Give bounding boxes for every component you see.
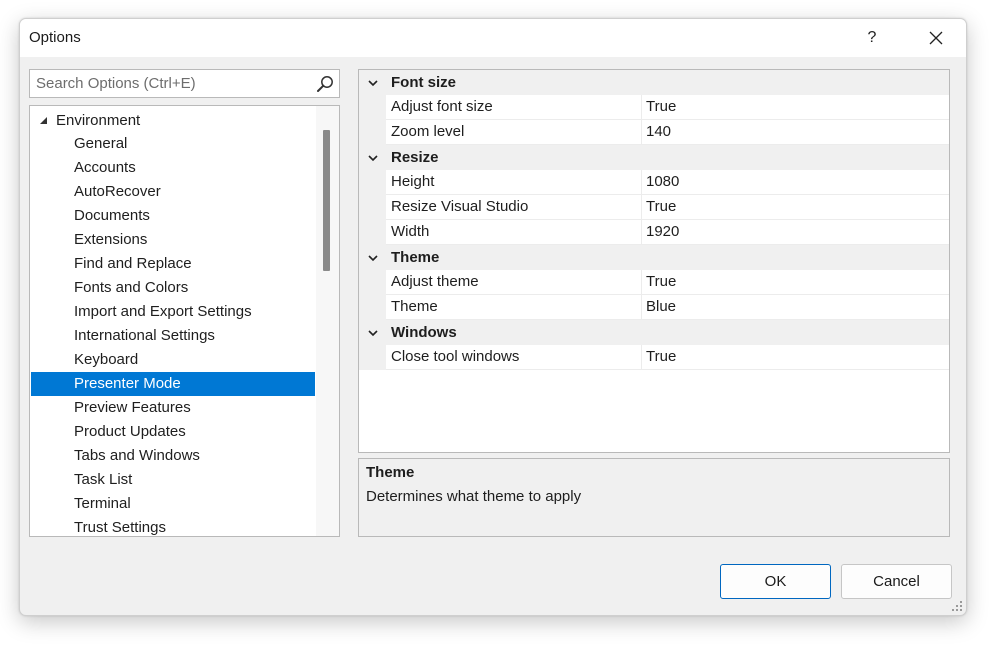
row-margin: [359, 195, 386, 220]
search-input[interactable]: [30, 70, 310, 97]
scrollbar-thumb[interactable]: [323, 130, 330, 271]
chevron-down-icon[interactable]: [367, 152, 379, 164]
row-margin: [359, 270, 386, 295]
property-value[interactable]: 1920: [642, 220, 949, 245]
category-label: Windows: [391, 324, 457, 341]
chevron-down-icon[interactable]: [367, 252, 379, 264]
tree-item[interactable]: Import and Export Settings: [31, 300, 315, 324]
search-box[interactable]: [29, 69, 340, 98]
category-label: Font size: [391, 74, 457, 91]
property-value[interactable]: True: [642, 95, 949, 120]
property-name[interactable]: Zoom level: [386, 120, 642, 145]
chevron-down-icon[interactable]: [367, 327, 379, 339]
row-margin: [359, 170, 386, 195]
options-tree[interactable]: Environment General Accounts AutoRecover Do…: [29, 105, 340, 537]
tree-node-environment[interactable]: Environment: [30, 108, 316, 132]
tree-item[interactable]: General: [31, 132, 315, 156]
grid-property-row[interactable]: Height 1080: [359, 170, 949, 195]
grid-property-row[interactable]: Width 1920: [359, 220, 949, 245]
property-value[interactable]: 1080: [642, 170, 949, 195]
property-value[interactable]: True: [642, 270, 949, 295]
property-value[interactable]: Blue: [642, 295, 949, 320]
grid-category[interactable]: Resize: [359, 145, 949, 170]
description-title: Theme: [366, 464, 415, 481]
row-margin: [359, 120, 386, 145]
tree-item[interactable]: Trust Settings: [31, 516, 315, 536]
grid-property-row[interactable]: Adjust font size True: [359, 95, 949, 120]
tree-item[interactable]: Extensions: [31, 228, 315, 252]
tree-item[interactable]: Find and Replace: [31, 252, 315, 276]
tree-item[interactable]: Accounts: [31, 156, 315, 180]
tree-item[interactable]: Tabs and Windows: [31, 444, 315, 468]
close-icon: [929, 31, 943, 45]
tree-item[interactable]: Keyboard: [31, 348, 315, 372]
property-grid[interactable]: Font size Adjust font size True Zoom level 1…: [358, 69, 950, 453]
description-panel: Theme Determines what theme to apply: [358, 458, 950, 537]
row-margin: [359, 345, 386, 370]
tree-item[interactable]: Preview Features: [31, 396, 315, 420]
property-name[interactable]: Width: [386, 220, 642, 245]
property-name[interactable]: Adjust font size: [386, 95, 642, 120]
property-value[interactable]: 140: [642, 120, 949, 145]
property-name[interactable]: Theme: [386, 295, 642, 320]
category-label: Theme: [391, 249, 440, 266]
grid-category[interactable]: Theme: [359, 245, 949, 270]
property-value[interactable]: True: [642, 195, 949, 220]
tree-item[interactable]: AutoRecover: [31, 180, 315, 204]
chevron-down-icon[interactable]: [367, 77, 379, 89]
grid-property-row[interactable]: Close tool windows True: [359, 345, 949, 370]
grid-property-row[interactable]: Zoom level 140: [359, 120, 949, 145]
property-name[interactable]: Close tool windows: [386, 345, 642, 370]
property-name[interactable]: Height: [386, 170, 642, 195]
row-margin: [359, 220, 386, 245]
property-value[interactable]: True: [642, 345, 949, 370]
options-dialog: Options ? Environment GeneralAccountsAut…: [19, 18, 967, 616]
tree-item[interactable]: Presenter Mode: [31, 372, 315, 396]
tree-item[interactable]: Documents: [31, 204, 315, 228]
close-button[interactable]: [916, 23, 956, 53]
tree-item[interactable]: Fonts and Colors: [31, 276, 315, 300]
dialog-title: Options: [29, 29, 81, 46]
tree-scrollbar[interactable]: [316, 106, 339, 536]
row-margin: [359, 95, 386, 120]
help-button[interactable]: ?: [855, 23, 889, 53]
ok-button[interactable]: OK: [720, 564, 831, 599]
search-icon[interactable]: [315, 74, 335, 94]
grid-property-row[interactable]: Theme Blue: [359, 295, 949, 320]
tree-node-label: Environment: [56, 111, 141, 129]
cancel-button[interactable]: Cancel: [841, 564, 952, 599]
row-margin: [359, 295, 386, 320]
property-name[interactable]: Adjust theme: [386, 270, 642, 295]
title-bar[interactable]: Options ?: [20, 19, 966, 57]
grid-property-row[interactable]: Adjust theme True: [359, 270, 949, 295]
tree-item[interactable]: Terminal: [31, 492, 315, 516]
description-text: Determines what theme to apply: [366, 488, 582, 505]
expanded-triangle-icon[interactable]: [38, 115, 48, 125]
grid-category[interactable]: Windows: [359, 320, 949, 345]
property-name[interactable]: Resize Visual Studio: [386, 195, 642, 220]
tree-item[interactable]: Product Updates: [31, 420, 315, 444]
category-label: Resize: [391, 149, 439, 166]
grid-property-row[interactable]: Resize Visual Studio True: [359, 195, 949, 220]
tree-item[interactable]: Task List: [31, 468, 315, 492]
resize-grip-icon[interactable]: [951, 600, 963, 612]
grid-category[interactable]: Font size: [359, 70, 949, 95]
tree-item[interactable]: International Settings: [31, 324, 315, 348]
